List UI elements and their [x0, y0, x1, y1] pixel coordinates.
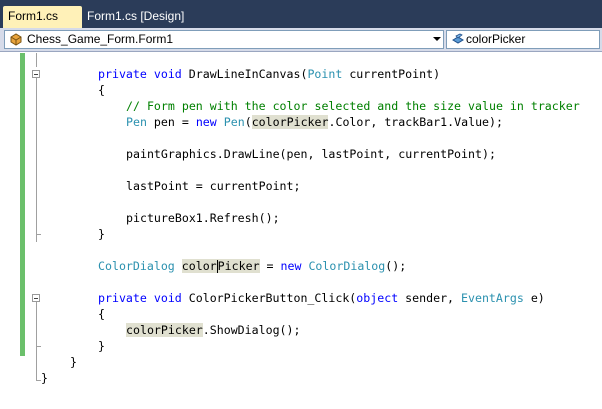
- code-token: Picker: [217, 259, 260, 273]
- outline-guide: [36, 78, 37, 242]
- type-name: EventArgs: [461, 291, 524, 305]
- member-dropdown-value: colorPicker: [466, 32, 526, 46]
- method-name: DrawLineInCanvas(: [188, 67, 308, 81]
- field-icon: [452, 33, 464, 44]
- member-dropdown[interactable]: colorPicker: [446, 30, 600, 49]
- type-name: Pen: [126, 115, 147, 129]
- code-line: colorPicker.ShowDialog();: [126, 322, 301, 338]
- document-tab-bar: Form1.cs Form1.cs [Design]: [0, 0, 602, 28]
- code-line: private void ColorPickerButton_Click(obj…: [98, 290, 545, 306]
- type-name: ColorDialog: [308, 259, 386, 273]
- outline-guide: [36, 302, 37, 350]
- tab-form1-design[interactable]: Form1.cs [Design]: [82, 6, 212, 28]
- indicator-margin: [0, 53, 20, 409]
- type-name: Point: [307, 67, 343, 81]
- keyword: object: [356, 291, 399, 305]
- tab-form1-cs[interactable]: Form1.cs: [3, 6, 82, 28]
- keyword: void: [153, 67, 182, 81]
- code-token: =: [259, 259, 281, 273]
- code-line: {: [98, 83, 105, 97]
- class-icon: [10, 33, 22, 46]
- code-editor[interactable]: private void DrawLineInCanvas(Point curr…: [0, 53, 602, 409]
- keyword: new: [280, 259, 302, 273]
- highlighted-reference: colorPicker: [251, 115, 329, 129]
- code-line: pictureBox1.Refresh();: [126, 211, 280, 225]
- outline-end: [36, 346, 41, 347]
- code-token: .ShowDialog();: [202, 323, 301, 337]
- code-line: lastPoint = currentPoint;: [126, 179, 301, 193]
- code-line: Pen pen = new Pen(colorPicker.Color, tra…: [126, 114, 503, 130]
- code-token: (: [244, 115, 252, 129]
- keyword: private: [98, 291, 147, 305]
- class-dropdown[interactable]: Chess_Game_Form.Form1: [4, 30, 444, 49]
- code-line: }: [41, 371, 48, 385]
- code-token: ();: [385, 259, 407, 273]
- type-name: ColorDialog: [98, 259, 175, 273]
- keyword: new: [195, 115, 217, 129]
- highlighted-reference: colorPicker: [126, 323, 203, 337]
- code-token: currentPoint): [342, 67, 441, 81]
- change-tracking-bar: [20, 53, 25, 356]
- collapse-toggle-colorpicker-click[interactable]: [32, 294, 40, 302]
- code-line: private void DrawLineInCanvas(Point curr…: [98, 66, 440, 82]
- class-dropdown-value: Chess_Game_Form.Form1: [27, 32, 174, 46]
- code-line: }: [98, 227, 105, 241]
- type-name: Pen: [223, 115, 245, 129]
- code-token: e): [523, 291, 545, 305]
- code-token: sender,: [398, 291, 462, 305]
- code-line: }: [70, 355, 77, 369]
- method-name: ColorPickerButton_Click(: [188, 291, 357, 305]
- chevron-down-icon[interactable]: [433, 37, 441, 41]
- code-line: {: [98, 307, 105, 321]
- code-comment: // Form pen with the color selected and …: [126, 99, 580, 113]
- keyword: private: [98, 67, 147, 81]
- code-line: paintGraphics.DrawLine(pen, lastPoint, c…: [126, 147, 496, 161]
- navigation-bar: Chess_Game_Form.Form1 colorPicker: [0, 28, 602, 52]
- keyword: void: [153, 291, 182, 305]
- code-line: }: [98, 339, 105, 353]
- outline-guide: [36, 53, 37, 67]
- collapse-toggle-drawline[interactable]: [32, 70, 40, 78]
- code-token: color: [181, 259, 217, 273]
- highlighted-reference: colorPicker: [181, 259, 260, 273]
- outline-guide: [36, 350, 37, 380]
- code-token: .Color, trackBar1.Value);: [328, 115, 503, 129]
- code-text[interactable]: private void DrawLineInCanvas(Point curr…: [41, 53, 580, 385]
- code-line: ColorDialog colorPicker = new ColorDialo…: [98, 258, 406, 274]
- code-token: pen =: [146, 115, 196, 129]
